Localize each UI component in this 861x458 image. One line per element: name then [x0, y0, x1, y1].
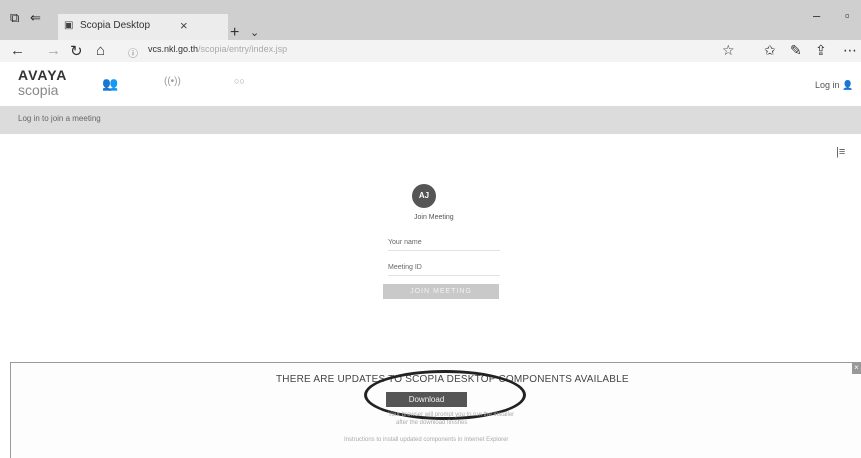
subbar-text: Log in to join a meeting: [18, 114, 101, 123]
install-instructions-link[interactable]: Instructions to install updated componen…: [344, 437, 508, 443]
tab-list-chevron-icon[interactable]: ⌄: [250, 26, 259, 39]
window-maximize-icon[interactable]: ▫: [845, 8, 850, 23]
sub-header-bar: Log in to join a meeting: [0, 106, 861, 134]
tab-actions-icon[interactable]: ⧉: [10, 10, 19, 26]
people-icon[interactable]: 👥: [102, 76, 118, 92]
forward-arrow-icon[interactable]: →: [46, 42, 61, 59]
address-bar: ← → ↻ ⌂ ⓘ vcs.nkl.go.th/scopia/entry/ind…: [0, 40, 861, 62]
tab-close-icon[interactable]: ×: [180, 18, 188, 33]
pen-icon[interactable]: ✎: [790, 42, 802, 59]
your-name-field[interactable]: Your name: [388, 239, 422, 246]
download-note-line2: after the download finishes: [396, 420, 468, 426]
more-menu-icon[interactable]: ⋯: [843, 42, 857, 59]
back-arrow-icon[interactable]: ←: [10, 42, 25, 59]
avaya-scopia-logo: AVAYA scopia: [18, 68, 67, 98]
page-favicon-icon: ▣: [64, 20, 74, 31]
browser-tab[interactable]: ▣ Scopia Desktop × + ⌄: [58, 14, 259, 41]
url-host: vcs.nkl.go.th: [148, 44, 199, 54]
logo-brand: AVAYA: [18, 67, 68, 83]
user-icon: 👤: [842, 80, 854, 90]
share-icon[interactable]: ⇪: [815, 42, 827, 59]
back-tab-icon[interactable]: ⇐: [30, 10, 41, 26]
refresh-icon[interactable]: ↻: [70, 42, 83, 60]
window-minimize-icon[interactable]: –: [813, 8, 820, 23]
login-link[interactable]: Log in 👤: [815, 80, 853, 91]
app-header: AVAYA scopia 👥 ((•)) ○○ Log in 👤: [0, 62, 861, 106]
url-path: /scopia/entry/index.jsp: [198, 44, 288, 54]
join-meeting-button[interactable]: JOIN MEETING: [383, 284, 499, 299]
tab-title: Scopia Desktop: [80, 20, 151, 31]
favorite-star-icon[interactable]: ☆: [722, 42, 735, 59]
update-panel-close-icon[interactable]: ×: [852, 362, 861, 374]
broadcast-icon[interactable]: ((•)): [164, 76, 181, 87]
download-note-line1: Your browser will prompt you to run the …: [388, 412, 515, 418]
favorites-list-icon[interactable]: ✩: [764, 42, 776, 59]
panel-toggle-icon[interactable]: |≡: [836, 146, 845, 158]
info-icon[interactable]: ⓘ: [128, 45, 138, 60]
home-icon[interactable]: ⌂: [96, 42, 105, 59]
url-field[interactable]: vcs.nkl.go.th/scopia/entry/index.jsp: [148, 44, 287, 54]
browser-tab-bar: ⧉ ⇐ ▣ Scopia Desktop × + ⌄ – ▫: [0, 0, 861, 41]
logo-product: scopia: [18, 82, 59, 98]
avatar: AJ: [412, 184, 436, 208]
login-label: Log in: [815, 80, 840, 90]
meeting-id-underline: [388, 275, 500, 276]
your-name-underline: [388, 250, 500, 251]
join-meeting-title: Join Meeting: [414, 214, 454, 221]
meeting-id-field[interactable]: Meeting ID: [388, 264, 422, 271]
other-nav-icon[interactable]: ○○: [234, 76, 245, 86]
